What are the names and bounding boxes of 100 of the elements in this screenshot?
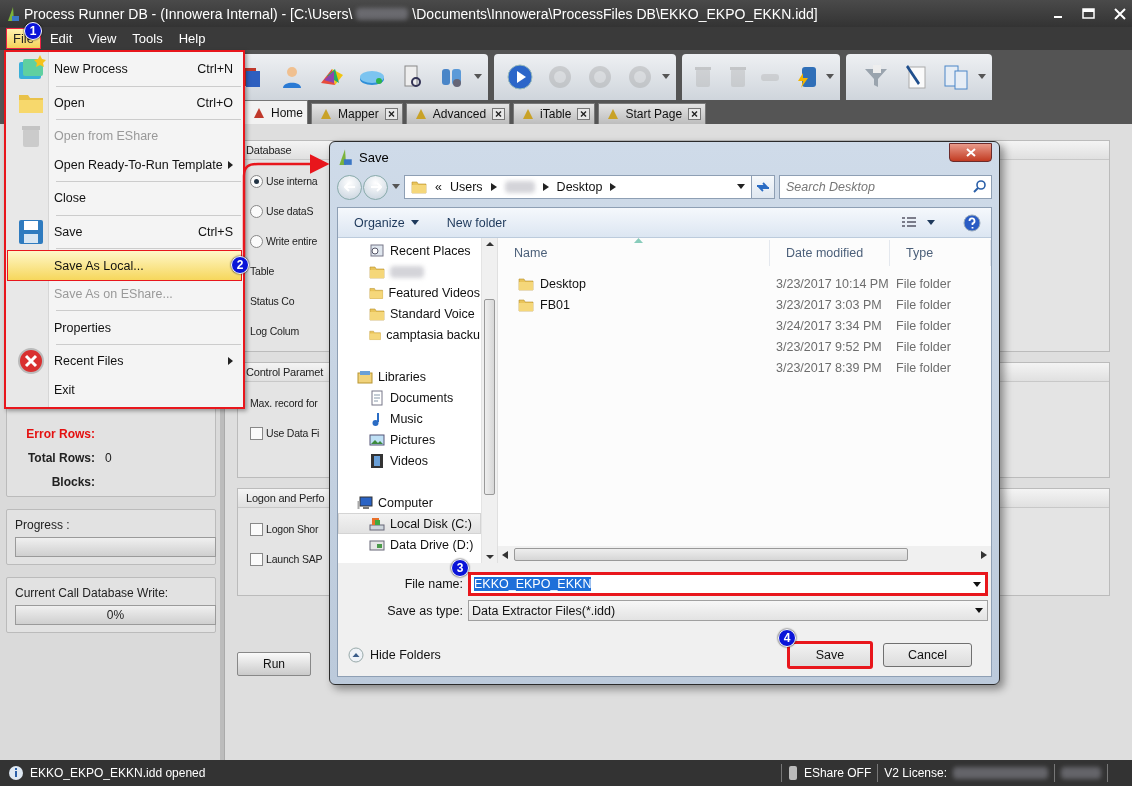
tab-icon xyxy=(522,108,535,120)
menu-title[interactable]: Edit xyxy=(42,28,80,49)
field-label: Status Co xyxy=(250,295,295,307)
nav-item[interactable]: Videos xyxy=(338,450,481,471)
organize-button[interactable]: Organize xyxy=(354,215,419,230)
stat-value: 0 xyxy=(105,451,113,465)
chevron-icon[interactable] xyxy=(490,183,497,191)
new-folder-button[interactable]: New folder xyxy=(446,215,507,230)
dropdown-arrow-icon[interactable] xyxy=(975,608,983,613)
type-cell-text: File folder xyxy=(895,276,952,291)
menu-item[interactable]: Properties xyxy=(8,313,241,342)
scrollbar[interactable] xyxy=(498,546,991,563)
search-field[interactable]: Search Desktop xyxy=(779,175,992,199)
view-list-icon[interactable] xyxy=(901,215,917,230)
menu-title[interactable]: Help xyxy=(171,28,213,49)
address-field[interactable]: « Users Desktop xyxy=(404,175,752,199)
dropdown-arrow-icon[interactable] xyxy=(737,183,745,191)
app-icon xyxy=(337,148,353,166)
nav-item[interactable]: Featured Videos xyxy=(338,282,481,303)
close-icon[interactable] xyxy=(688,108,702,120)
help-icon[interactable] xyxy=(963,213,981,232)
history-dropdown-icon[interactable] xyxy=(392,184,400,190)
maximize-icon[interactable] xyxy=(1082,7,1096,20)
back-arrow-icon xyxy=(343,182,356,192)
nav-item[interactable]: Standard Voice xyxy=(338,303,481,324)
file-name-field[interactable]: EKKO_EKPO_EKKN xyxy=(468,572,988,596)
close-icon[interactable] xyxy=(492,108,506,120)
nav-item[interactable]: camptasia backu xyxy=(338,324,481,345)
menu-title[interactable]: Tools xyxy=(125,28,170,49)
scroll-left-icon[interactable] xyxy=(502,550,508,559)
window-title: \Documents\Innowera\ProcessFiles DB\EKKO_EKPO_EKKN.idd] xyxy=(412,5,818,22)
caret-icon[interactable] xyxy=(927,220,935,225)
film-icon xyxy=(369,452,385,469)
caret-icon xyxy=(410,220,419,225)
radio-button[interactable] xyxy=(250,174,263,188)
close-button[interactable] xyxy=(949,142,992,162)
checkbox[interactable] xyxy=(250,522,263,536)
menu-item[interactable]: Save Ctrl+S xyxy=(8,217,241,247)
file-name[interactable]: Desktop xyxy=(540,276,586,291)
chevron-icon[interactable] xyxy=(610,183,617,191)
column-header[interactable]: Type xyxy=(890,240,991,266)
document-icon xyxy=(369,389,385,406)
redacted-text xyxy=(356,7,409,20)
date-cell-text: 3/23/2017 9:52 PM xyxy=(775,339,883,354)
option-label: Use Data Fi xyxy=(266,427,320,439)
menu-item[interactable]: Open Ctrl+O xyxy=(8,88,241,118)
menu-item[interactable]: Exit xyxy=(8,375,241,404)
scroll-right-icon[interactable] xyxy=(981,550,987,559)
refresh-button[interactable] xyxy=(751,175,775,199)
tab[interactable]: Start Page xyxy=(598,103,707,124)
run-button[interactable]: Run xyxy=(237,652,311,676)
radio-button[interactable] xyxy=(250,234,263,248)
nav-item[interactable]: Pictures xyxy=(338,429,481,450)
menu-item[interactable]: Open Ready-To-Run Template xyxy=(8,150,241,180)
nav-item[interactable]: Data Drive (D:) xyxy=(338,534,481,555)
tab[interactable]: Mapper xyxy=(311,103,403,124)
file-type-dropdown[interactable]: Data Extractor Files(*.idd) xyxy=(468,600,988,621)
menu-item[interactable]: New Process Ctrl+N xyxy=(8,55,241,84)
dropdown-arrow-icon[interactable] xyxy=(973,581,981,587)
date-cell-text: 3/24/2017 3:34 PM xyxy=(775,318,883,333)
hide-folders-button[interactable]: Hide Folders xyxy=(348,647,441,663)
type-cell-text: File folder xyxy=(895,360,952,375)
field-label: Save as type: xyxy=(386,603,463,618)
tab[interactable]: iTable xyxy=(513,103,596,124)
date-cell-text: 3/23/2017 3:03 PM xyxy=(775,297,883,312)
checkbox[interactable] xyxy=(250,552,263,566)
progress-reading: 0% xyxy=(106,608,125,622)
nav-item[interactable]: Libraries xyxy=(338,366,481,387)
nav-item[interactable]: Computer xyxy=(338,492,481,513)
field-label: Table xyxy=(250,265,275,277)
nav-item[interactable]: Documents xyxy=(338,387,481,408)
field-label: Max. record for xyxy=(250,397,318,409)
close-icon[interactable] xyxy=(577,108,591,120)
nav-item[interactable]: Local Disk (C:) xyxy=(338,513,481,534)
checkbox[interactable] xyxy=(250,426,263,440)
play-icon[interactable] xyxy=(506,63,534,91)
database-icon xyxy=(787,765,798,781)
info-icon xyxy=(8,765,24,781)
date-cell-text: 3/23/2017 10:14 PM xyxy=(775,276,890,291)
menu-item[interactable]: Recent Files xyxy=(8,346,241,376)
tab[interactable]: Advanced xyxy=(405,103,511,124)
nav-item[interactable]: Recent Places xyxy=(338,240,481,261)
nav-item[interactable]: Music xyxy=(338,408,481,429)
clock-window-icon xyxy=(369,242,385,259)
column-header[interactable]: Date modified xyxy=(770,240,890,266)
option-label: Logon Shor xyxy=(266,523,319,535)
file-name[interactable]: FB01 xyxy=(540,297,570,312)
menu-title[interactable]: View xyxy=(81,28,124,49)
tab[interactable]: Home xyxy=(244,100,308,124)
column-header[interactable]: Name xyxy=(498,240,770,266)
radio-button[interactable] xyxy=(250,204,263,218)
submenu-arrow-icon xyxy=(228,357,233,366)
cancel-button[interactable]: Cancel xyxy=(883,643,972,667)
menu-item[interactable]: Close xyxy=(8,184,241,213)
close-icon[interactable] xyxy=(384,108,398,120)
chevron-icon[interactable] xyxy=(542,183,549,191)
search-icon[interactable] xyxy=(973,180,986,193)
scrollbar[interactable] xyxy=(481,238,497,563)
date-cell-text: 3/23/2017 8:39 PM xyxy=(775,360,883,375)
save-button[interactable]: Save xyxy=(787,641,873,669)
